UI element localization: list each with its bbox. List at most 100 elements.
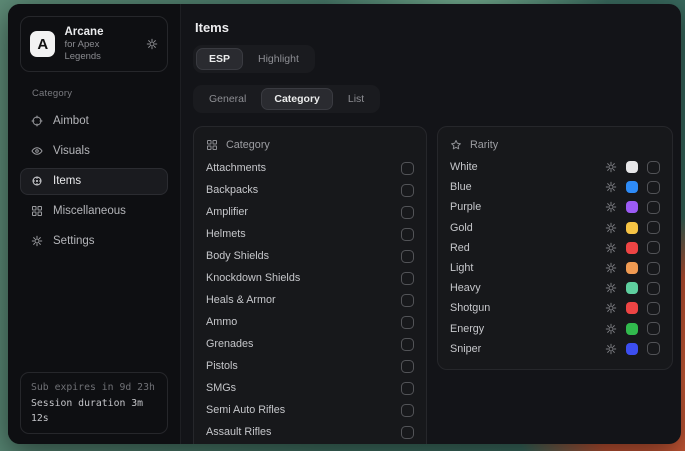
checkbox[interactable] [401, 294, 414, 307]
checkbox[interactable] [647, 221, 660, 234]
checkbox[interactable] [401, 184, 414, 197]
color-swatch[interactable] [626, 201, 638, 213]
rarity-row-heavy: Heavy [450, 278, 660, 298]
checkbox[interactable] [401, 426, 414, 439]
checkbox[interactable] [647, 322, 660, 335]
checkbox[interactable] [401, 250, 414, 263]
rarity-panel-title: Rarity [470, 139, 498, 151]
rarity-row-label: Blue [450, 181, 596, 193]
color-swatch[interactable] [626, 262, 638, 274]
checkbox[interactable] [647, 161, 660, 174]
rarity-row-light: Light [450, 258, 660, 278]
checkbox[interactable] [647, 342, 660, 355]
checkbox[interactable] [401, 382, 414, 395]
category-row-amplifier: Amplifier [206, 201, 414, 223]
rarity-row-label: Red [450, 242, 596, 254]
gear-icon[interactable] [605, 282, 617, 294]
gear-icon[interactable] [605, 302, 617, 314]
rarity-row-label: Sniper [450, 343, 596, 355]
gear-icon[interactable] [605, 323, 617, 335]
brand-card: A Arcane for Apex Legends [20, 16, 168, 72]
checkbox[interactable] [647, 302, 660, 315]
color-swatch[interactable] [626, 343, 638, 355]
category-row-knockdown-shields: Knockdown Shields [206, 267, 414, 289]
color-swatch[interactable] [626, 302, 638, 314]
sidebar-item-items[interactable]: Items [20, 168, 168, 195]
color-swatch[interactable] [626, 222, 638, 234]
checkbox[interactable] [647, 241, 660, 254]
category-row-label: Grenades [206, 338, 253, 350]
category-panel-title: Category [226, 139, 270, 151]
category-row-grenades: Grenades [206, 333, 414, 355]
subscription-box: Sub expires in 9d 23h Session duration 3… [20, 372, 168, 434]
checkbox[interactable] [401, 404, 414, 417]
category-row-ammo: Ammo [206, 311, 414, 333]
color-swatch[interactable] [626, 181, 638, 193]
sidebar-item-label: Aimbot [53, 115, 89, 127]
gear-icon[interactable] [605, 222, 617, 234]
tab-general[interactable]: General [196, 88, 259, 110]
mode-tabs: ESPHighlight [193, 45, 315, 73]
gear-icon[interactable] [605, 201, 617, 213]
category-row-label: Attachments [206, 162, 266, 174]
color-swatch[interactable] [626, 282, 638, 294]
rarity-row-purple: Purple [450, 197, 660, 217]
rarity-row-energy: Energy [450, 319, 660, 339]
sidebar-nav: Aimbot Visuals Items Miscellaneous Settings [20, 106, 168, 256]
checkbox[interactable] [647, 262, 660, 275]
gear-icon[interactable] [605, 181, 617, 193]
rarity-row-red: Red [450, 238, 660, 258]
sidebar-item-label: Items [53, 175, 81, 187]
brand-logo: A [30, 31, 55, 57]
category-row-label: Amplifier [206, 206, 248, 218]
tab-highlight[interactable]: Highlight [245, 48, 312, 70]
category-row-label: Heals & Armor [206, 294, 276, 306]
color-swatch[interactable] [626, 323, 638, 335]
sidebar-item-aimbot[interactable]: Aimbot [20, 108, 168, 135]
rarity-row-white: White [450, 157, 660, 177]
rarity-row-shotgun: Shotgun [450, 298, 660, 318]
checkbox[interactable] [401, 272, 414, 285]
category-row-body-shields: Body Shields [206, 245, 414, 267]
gear-icon[interactable] [605, 161, 617, 173]
gear-icon[interactable] [605, 343, 617, 355]
checkbox[interactable] [401, 316, 414, 329]
checkbox[interactable] [401, 228, 414, 241]
sidebar: A Arcane for Apex Legends Category Aimbo… [8, 4, 181, 444]
rarity-row-gold: Gold [450, 218, 660, 238]
gear-icon[interactable] [146, 38, 158, 50]
tab-list[interactable]: List [335, 88, 377, 110]
gear-icon[interactable] [605, 242, 617, 254]
gear-icon[interactable] [605, 262, 617, 274]
category-row-label: SMGs [206, 382, 236, 394]
checkbox[interactable] [647, 181, 660, 194]
category-row-label: Pistols [206, 360, 238, 372]
checkbox[interactable] [401, 206, 414, 219]
sidebar-item-visuals[interactable]: Visuals [20, 138, 168, 165]
checkbox[interactable] [647, 201, 660, 214]
sidebar-item-label: Settings [53, 235, 95, 247]
checkbox[interactable] [647, 282, 660, 295]
tab-category[interactable]: Category [261, 88, 333, 110]
rarity-row-sniper: Sniper [450, 339, 660, 359]
category-row-label: Ammo [206, 316, 237, 328]
sidebar-item-miscellaneous[interactable]: Miscellaneous [20, 198, 168, 225]
sub-expiry-text: Sub expires in 9d 23h [31, 380, 157, 395]
color-swatch[interactable] [626, 161, 638, 173]
rarity-row-blue: Blue [450, 177, 660, 197]
sidebar-section-label: Category [32, 88, 168, 99]
tab-esp[interactable]: ESP [196, 48, 243, 70]
star-icon [450, 139, 462, 151]
rarity-row-label: Shotgun [450, 302, 596, 314]
category-row-label: Assault Rifles [206, 426, 271, 438]
color-swatch[interactable] [626, 242, 638, 254]
target-icon [31, 175, 43, 187]
checkbox[interactable] [401, 162, 414, 175]
sidebar-item-label: Miscellaneous [53, 205, 126, 217]
checkbox[interactable] [401, 360, 414, 373]
sidebar-item-settings[interactable]: Settings [20, 228, 168, 255]
main-content: Items ESPHighlight GeneralCategoryList C… [181, 4, 681, 444]
rarity-row-label: Purple [450, 201, 596, 213]
rarity-row-label: Gold [450, 222, 596, 234]
checkbox[interactable] [401, 338, 414, 351]
